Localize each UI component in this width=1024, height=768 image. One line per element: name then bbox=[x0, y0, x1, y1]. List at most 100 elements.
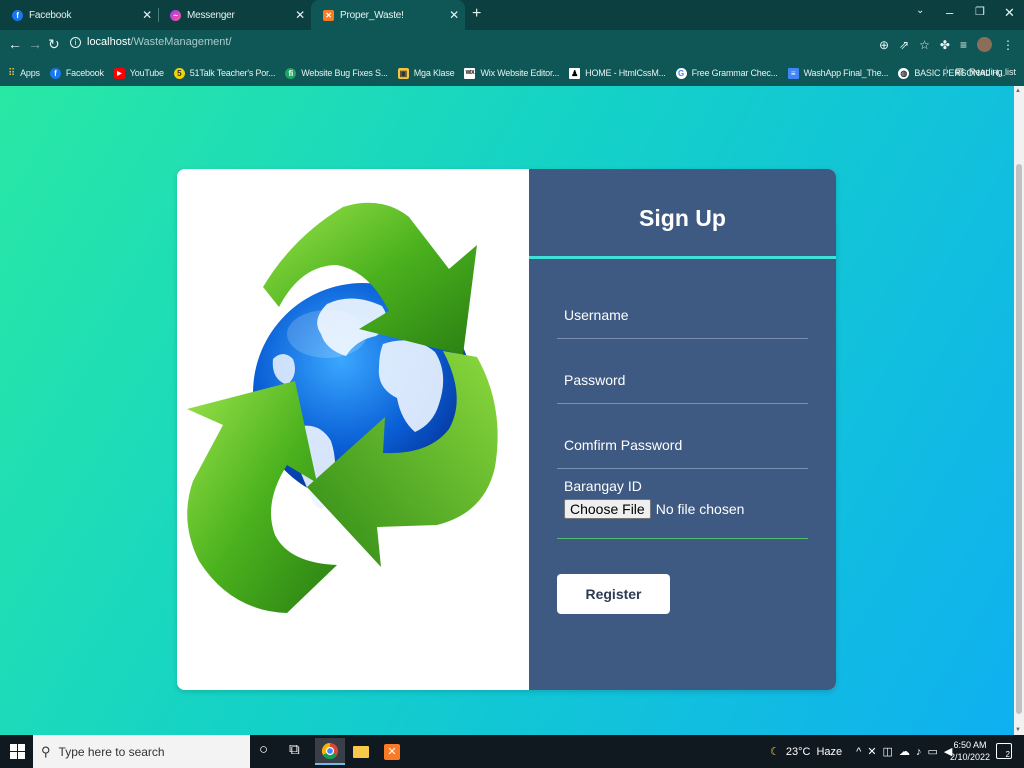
tab-proper-waste[interactable]: ✕ Proper_Waste! ✕ bbox=[311, 0, 465, 30]
system-tray: ☾ 23°C Haze ^ ✕ ◫ ☁ ♪ ▭ ◀ bbox=[770, 735, 952, 768]
cortana-icon[interactable]: ○ bbox=[259, 741, 268, 758]
barangay-id-label: Barangay ID bbox=[564, 478, 642, 494]
file-input[interactable]: Choose File No file chosen bbox=[564, 499, 744, 519]
scroll-up-icon[interactable]: ▲ bbox=[1015, 88, 1021, 94]
docs-icon: ≡ bbox=[787, 67, 799, 79]
page-viewport: Sign Up Username Password Comfirm Passwo… bbox=[0, 86, 1014, 735]
bookmark-youtube[interactable]: ▶ YouTube bbox=[113, 67, 164, 79]
star-icon[interactable]: ☆ bbox=[919, 38, 930, 52]
bookmark-grammar[interactable]: G Free Grammar Chec... bbox=[675, 67, 778, 79]
bookmark-apps[interactable]: ⠿ Apps bbox=[8, 68, 40, 79]
bookmark-label: WashApp Final_The... bbox=[803, 68, 889, 78]
chevron-up-icon[interactable]: ^ bbox=[856, 746, 861, 758]
taskbar-search[interactable]: ⚲ Type here to search bbox=[33, 735, 250, 768]
tab-search-icon[interactable]: ⌄ bbox=[916, 5, 924, 16]
tab-messenger[interactable]: ~ Messenger ✕ bbox=[158, 0, 311, 30]
network-icon[interactable]: ▭ bbox=[927, 745, 937, 758]
person-icon: ♟ bbox=[569, 67, 581, 79]
bookmark-website-bug-fixes[interactable]: fi Website Bug Fixes S... bbox=[285, 67, 388, 79]
address-bar-actions: ⊕ ⇗ ☆ ✤ ≡ ⋮ bbox=[879, 37, 1014, 52]
close-icon[interactable]: ✕ bbox=[295, 8, 305, 22]
file-status-text: No file chosen bbox=[655, 501, 745, 517]
bookmark-51talk[interactable]: 5 51Talk Teacher's Por... bbox=[173, 67, 275, 79]
confirm-password-placeholder: Comfirm Password bbox=[564, 437, 683, 453]
bookmark-label: Wix Website Editor... bbox=[480, 68, 560, 78]
close-icon[interactable]: ✕ bbox=[142, 8, 152, 22]
time-text: 6:50 AM bbox=[953, 740, 987, 750]
notification-count: 2 bbox=[1005, 750, 1010, 759]
url-field[interactable]: i localhost/WasteManagement/ bbox=[70, 36, 232, 48]
close-icon[interactable]: ✕ bbox=[449, 8, 459, 22]
bookmark-mga-klase[interactable]: ▣ Mga Klase bbox=[397, 67, 455, 79]
signup-form-panel: Sign Up Username Password Comfirm Passwo… bbox=[529, 169, 836, 690]
extensions-icon[interactable]: ✤ bbox=[940, 38, 950, 52]
title-underline bbox=[529, 256, 836, 259]
page-scrollbar[interactable]: ▲ ▼ bbox=[1014, 86, 1024, 735]
restore-button[interactable]: ❐ bbox=[975, 5, 985, 18]
share-icon[interactable]: ⇗ bbox=[899, 38, 909, 52]
page-title: Sign Up bbox=[639, 205, 726, 231]
forward-icon[interactable]: → bbox=[28, 36, 42, 52]
xampp-taskbar-icon[interactable]: ✕ bbox=[377, 738, 407, 765]
close-window-button[interactable]: ✕ bbox=[1004, 5, 1015, 21]
bookmark-label: Website Bug Fixes S... bbox=[301, 68, 388, 78]
url-host: localhost bbox=[87, 36, 131, 48]
minimize-button[interactable]: – bbox=[946, 5, 953, 20]
search-icon: ⚲ bbox=[41, 743, 51, 759]
bookmark-wix[interactable]: WIX Wix Website Editor... bbox=[464, 67, 560, 79]
confirm-password-field[interactable]: Comfirm Password bbox=[557, 419, 808, 469]
messenger-icon: ~ bbox=[170, 9, 181, 21]
tab-label: Facebook bbox=[29, 9, 72, 21]
taskbar-clock[interactable]: 6:50 AM 2/10/2022 bbox=[948, 739, 992, 763]
xampp-tray-icon[interactable]: ✕ bbox=[867, 745, 876, 758]
new-tab-button[interactable]: + bbox=[472, 5, 481, 23]
bookmark-label: YouTube bbox=[129, 68, 164, 78]
choose-file-button[interactable]: Choose File bbox=[564, 499, 651, 519]
url-path: /WasteManagement/ bbox=[130, 36, 232, 48]
bookmark-htmlcss[interactable]: ♟ HOME - HtmlCssM... bbox=[569, 67, 666, 79]
classroom-icon: ▣ bbox=[397, 67, 409, 79]
weather-icon[interactable]: ☾ bbox=[770, 745, 780, 758]
weather-text[interactable]: Haze bbox=[816, 746, 842, 758]
scrollbar-thumb[interactable] bbox=[1016, 164, 1022, 714]
recycle-image-panel bbox=[177, 169, 529, 690]
file-explorer-taskbar-icon[interactable] bbox=[346, 738, 376, 765]
bookmark-label: Mga Klase bbox=[413, 68, 455, 78]
scroll-down-icon[interactable]: ▼ bbox=[1015, 727, 1021, 733]
antivirus-icon[interactable]: ◫ bbox=[883, 745, 893, 758]
back-icon[interactable]: ← bbox=[8, 36, 22, 52]
username-placeholder: Username bbox=[564, 307, 629, 323]
register-button[interactable]: Register bbox=[557, 574, 670, 614]
temperature-text[interactable]: 23°C bbox=[786, 746, 811, 758]
password-field[interactable]: Password bbox=[557, 354, 808, 404]
task-view-icon[interactable]: ⧉ bbox=[289, 741, 300, 758]
profile-avatar[interactable] bbox=[977, 37, 992, 52]
zoom-icon[interactable]: ⊕ bbox=[879, 38, 889, 52]
barangay-id-field: Barangay ID Choose File No file chosen bbox=[557, 475, 808, 539]
xampp-icon: ✕ bbox=[323, 9, 334, 21]
date-text: 2/10/2022 bbox=[949, 752, 991, 762]
info-icon[interactable]: i bbox=[70, 36, 81, 48]
facebook-icon: f bbox=[12, 9, 23, 21]
fiverr-icon: fi bbox=[285, 67, 297, 79]
media-icon[interactable]: ≡ bbox=[960, 38, 967, 52]
reading-list-icon: ▤ bbox=[955, 66, 964, 76]
bookmark-label: Free Grammar Chec... bbox=[691, 68, 778, 78]
reading-list[interactable]: ▤ Reading list bbox=[946, 66, 1016, 77]
facebook-icon: f bbox=[49, 67, 61, 79]
bookmark-washapp[interactable]: ≡ WashApp Final_The... bbox=[787, 67, 889, 79]
username-field[interactable]: Username bbox=[557, 289, 808, 339]
folder-icon bbox=[353, 745, 369, 758]
microphone-icon[interactable]: ♪ bbox=[916, 746, 922, 758]
tab-label: Messenger bbox=[187, 9, 235, 21]
windows-start-icon[interactable] bbox=[10, 744, 25, 759]
chrome-taskbar-icon[interactable] bbox=[315, 738, 345, 765]
bookmarks-bar: ⠿ Apps f Facebook ▶ YouTube 5 51Talk Tea… bbox=[0, 60, 1024, 86]
reload-icon[interactable]: ↻ bbox=[48, 36, 60, 53]
bookmark-facebook[interactable]: f Facebook bbox=[49, 67, 104, 79]
tab-facebook[interactable]: f Facebook ✕ bbox=[0, 0, 158, 30]
more-menu-icon[interactable]: ⋮ bbox=[1002, 38, 1014, 52]
notification-icon[interactable]: 2 bbox=[996, 743, 1012, 759]
password-placeholder: Password bbox=[564, 372, 626, 388]
onedrive-icon[interactable]: ☁ bbox=[899, 745, 910, 758]
